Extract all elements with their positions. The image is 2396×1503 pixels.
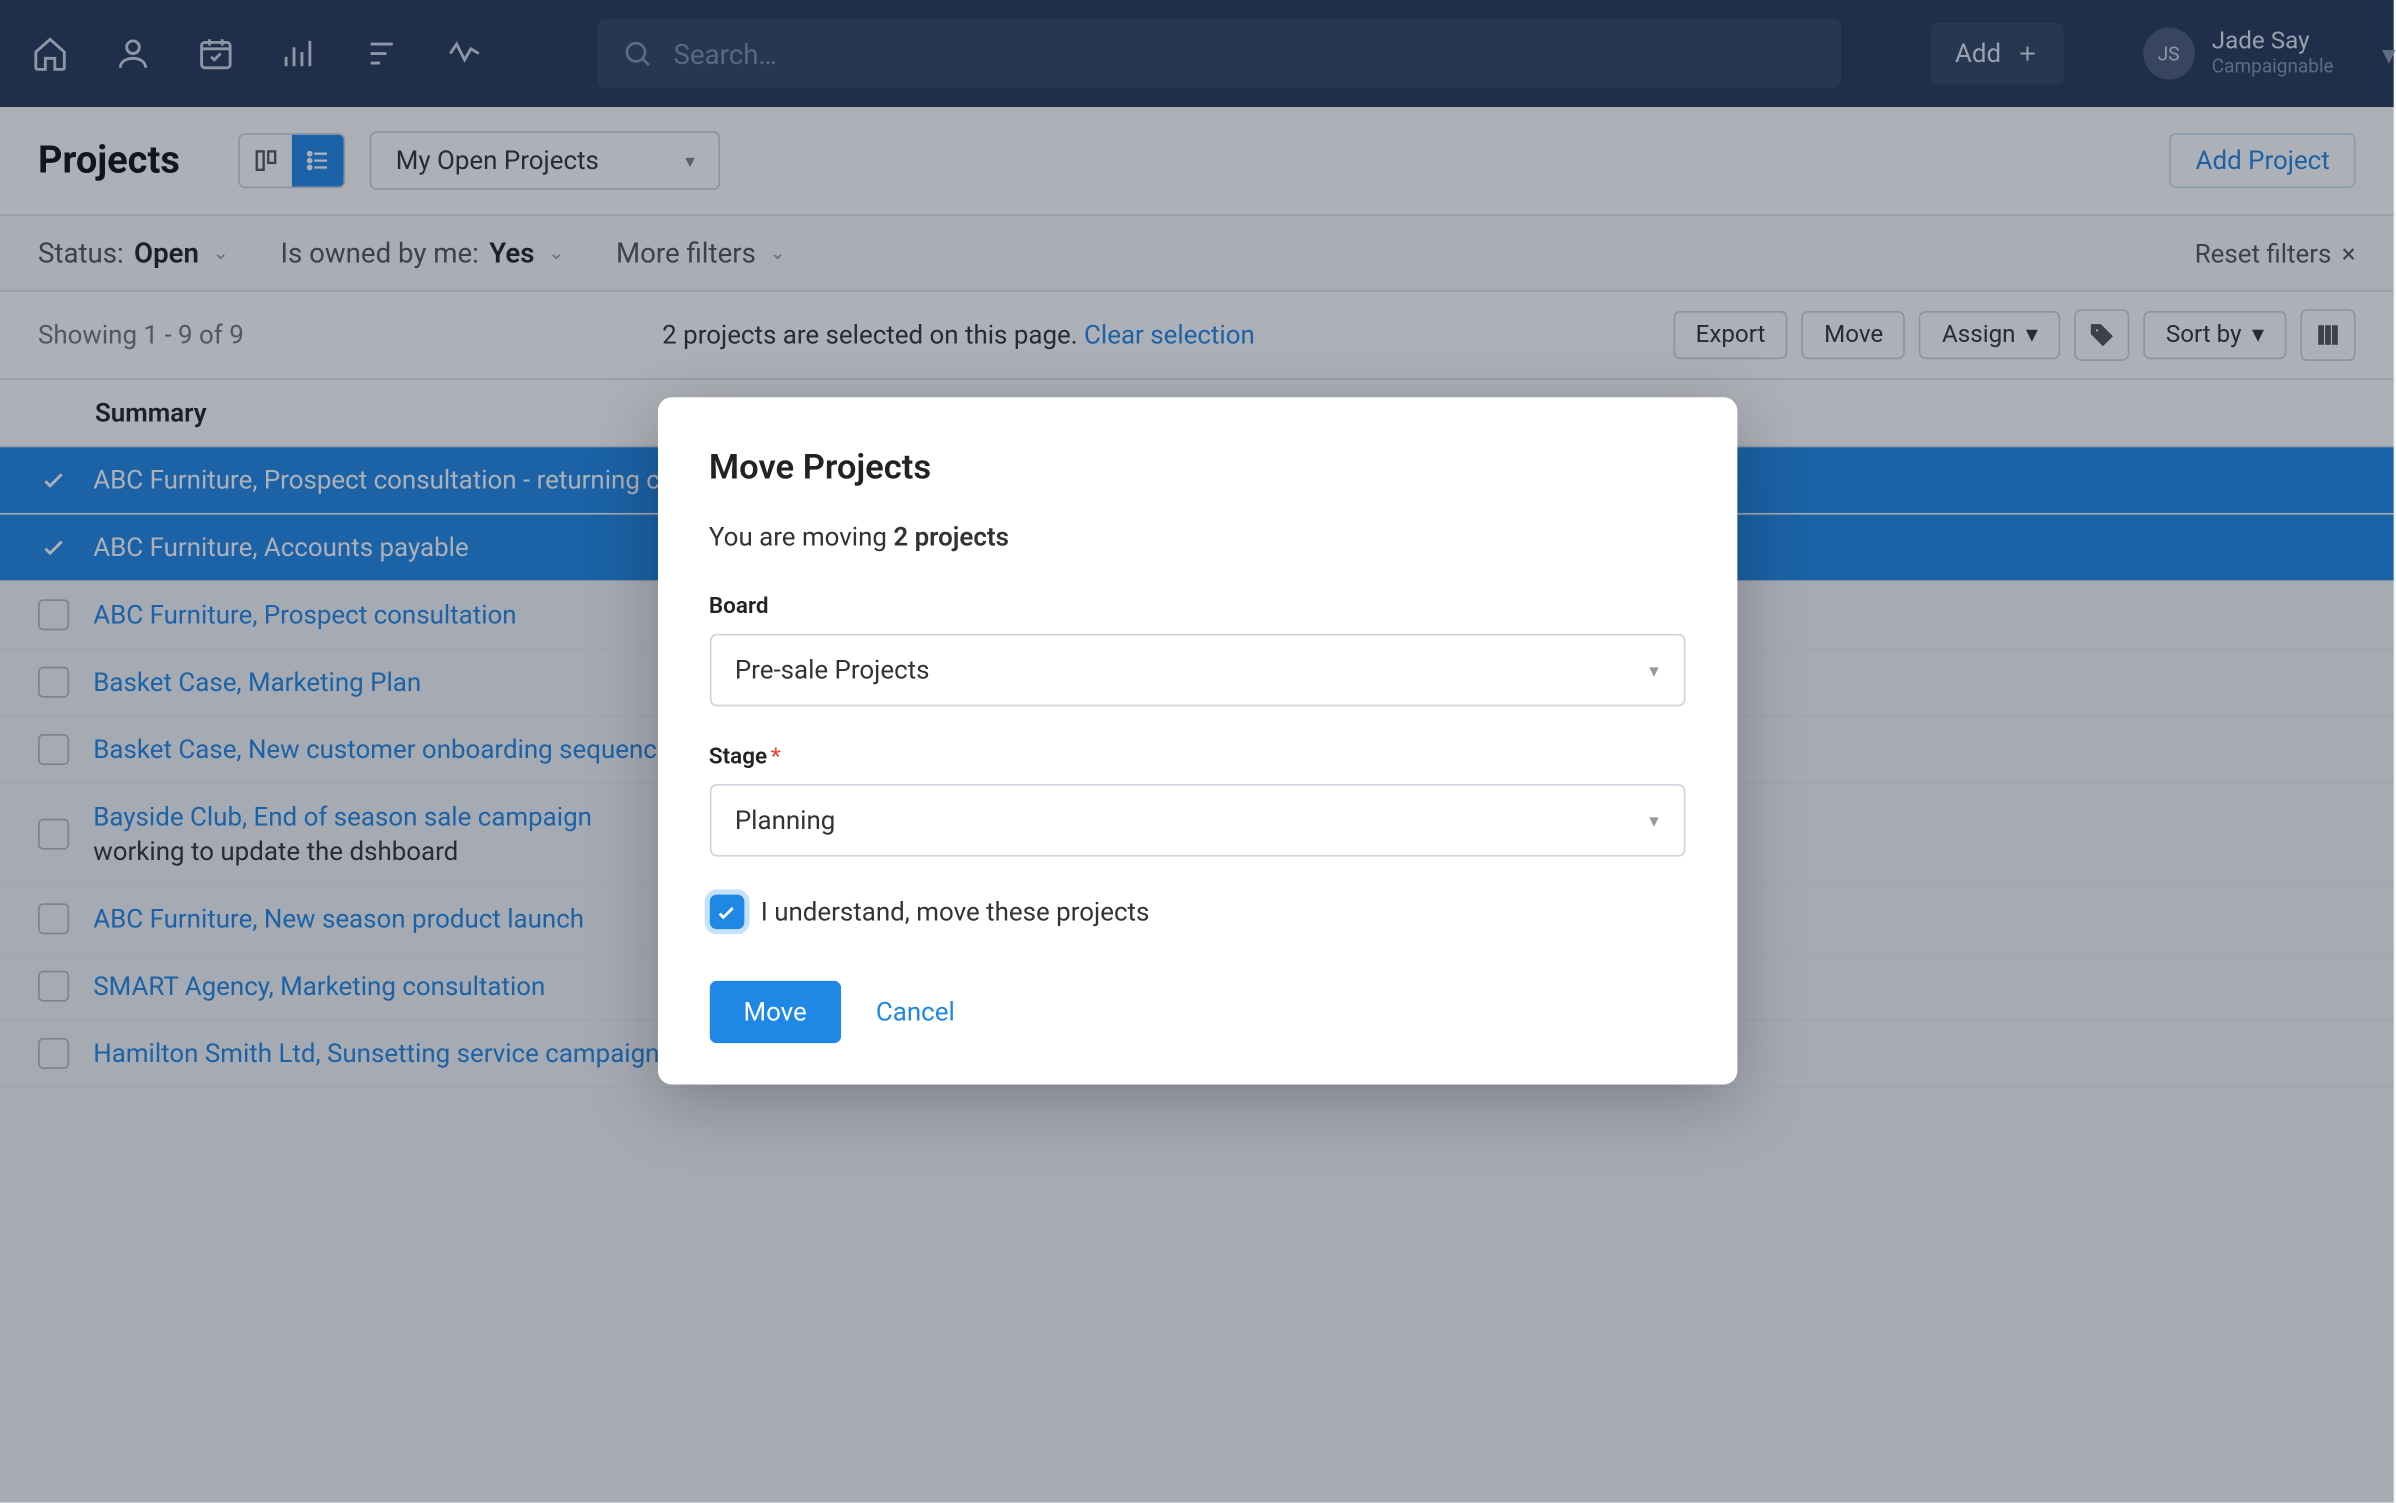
confirm-label: I understand, move these projects	[761, 896, 1150, 927]
modal-overlay[interactable]: Move Projects You are moving 2 projects …	[0, 0, 2394, 1502]
required-indicator: *	[771, 744, 781, 770]
stage-select[interactable]: Planning ▾	[709, 784, 1685, 857]
caret-down-icon: ▾	[1649, 809, 1659, 831]
confirm-row: I understand, move these projects	[709, 895, 1685, 930]
stage-label: Stage*	[709, 744, 1685, 770]
confirm-checkbox[interactable]	[709, 895, 744, 930]
modal-intro: You are moving 2 projects	[709, 522, 1685, 553]
board-select[interactable]: Pre-sale Projects ▾	[709, 634, 1685, 707]
modal-actions: Move Cancel	[709, 981, 1685, 1043]
caret-down-icon: ▾	[1649, 659, 1659, 681]
move-projects-modal: Move Projects You are moving 2 projects …	[657, 397, 1736, 1084]
board-label: Board	[709, 594, 1685, 620]
modal-move-button[interactable]: Move	[709, 981, 841, 1043]
modal-title: Move Projects	[709, 446, 1685, 487]
modal-cancel-button[interactable]: Cancel	[876, 996, 955, 1027]
check-icon	[715, 901, 737, 923]
